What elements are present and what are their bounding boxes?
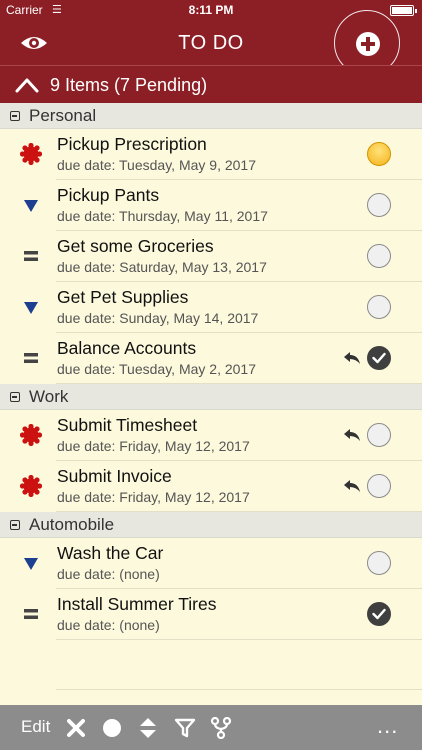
checkmark-icon[interactable] xyxy=(367,346,391,370)
undo-icon[interactable] xyxy=(342,427,362,443)
item-title: Get some Groceries xyxy=(57,236,214,256)
item-due-date: due date: Sunday, May 14, 2017 xyxy=(57,310,259,326)
priority-normal-icon xyxy=(20,603,42,625)
list-item[interactable]: Get some Groceries due date: Saturday, Ma… xyxy=(0,231,422,282)
section-header[interactable]: Work xyxy=(0,384,422,410)
item-due-date: due date: (none) xyxy=(57,566,160,582)
section-label: Work xyxy=(29,387,69,406)
sort-icon[interactable] xyxy=(137,717,159,739)
items-summary-bar[interactable]: 9 Items (7 Pending) xyxy=(0,65,422,103)
status-circle-icon[interactable] xyxy=(367,423,391,447)
item-title: Submit Timesheet xyxy=(57,415,198,435)
items-summary-text: 9 Items (7 Pending) xyxy=(50,75,208,95)
priority-high-icon xyxy=(19,423,43,447)
item-due-date: due date: Tuesday, May 2, 2017 xyxy=(57,361,256,377)
item-title: Pickup Prescription xyxy=(57,134,207,154)
item-title: Wash the Car xyxy=(57,543,164,563)
priority-high-icon xyxy=(19,474,43,498)
plus-icon xyxy=(356,32,380,56)
section-label: Personal xyxy=(29,106,97,125)
section-header[interactable]: Automobile xyxy=(0,512,422,538)
item-title: Submit Invoice xyxy=(57,466,172,486)
list-item[interactable]: Submit Timesheet due date: Friday, May 12… xyxy=(0,410,422,461)
edit-button[interactable]: Edit xyxy=(21,717,50,737)
status-circle-icon[interactable] xyxy=(367,551,391,575)
item-title: Balance Accounts xyxy=(57,338,197,358)
list-item[interactable]: Pickup Pants due date: Thursday, May 11, … xyxy=(0,180,422,231)
item-due-date: due date: Tuesday, May 9, 2017 xyxy=(57,157,256,173)
nav-bar: TO DO xyxy=(0,10,422,76)
priority-normal-icon xyxy=(20,245,42,267)
item-title: Get Pet Supplies xyxy=(57,287,189,307)
todo-list: Personal Pickup Prescription due date: Tue… xyxy=(0,103,422,640)
bottom-toolbar: Edit ... xyxy=(0,705,422,750)
filter-icon[interactable] xyxy=(174,717,196,739)
collapse-icon[interactable] xyxy=(10,392,20,402)
item-due-date: due date: (none) xyxy=(57,617,160,633)
divider xyxy=(56,639,422,640)
list-item[interactable]: Balance Accounts due date: Tuesday, May 2… xyxy=(0,333,422,384)
checkmark-icon[interactable] xyxy=(367,602,391,626)
delete-icon[interactable] xyxy=(65,717,87,739)
collapse-icon[interactable] xyxy=(10,520,20,530)
priority-low-icon xyxy=(20,296,42,318)
status-circle-icon[interactable] xyxy=(367,474,391,498)
more-button[interactable]: ... xyxy=(377,713,398,739)
list-item[interactable]: Submit Invoice due date: Friday, May 12, … xyxy=(0,461,422,512)
status-circle-icon[interactable] xyxy=(367,193,391,217)
item-title: Install Summer Tires xyxy=(57,594,217,614)
divider xyxy=(56,689,422,690)
chevron-up-icon xyxy=(15,78,39,93)
status-circle-icon[interactable] xyxy=(367,142,391,166)
collapse-icon[interactable] xyxy=(10,111,20,121)
status-circle-icon[interactable] xyxy=(367,244,391,268)
status-circle-icon[interactable] xyxy=(367,295,391,319)
item-title: Pickup Pants xyxy=(57,185,160,205)
priority-normal-icon xyxy=(20,347,42,369)
priority-high-icon xyxy=(19,142,43,166)
priority-low-icon xyxy=(20,194,42,216)
section-label: Automobile xyxy=(29,515,115,534)
priority-low-icon xyxy=(20,552,42,574)
item-due-date: due date: Thursday, May 11, 2017 xyxy=(57,208,268,224)
merge-icon[interactable] xyxy=(210,717,232,739)
undo-icon[interactable] xyxy=(342,350,362,366)
list-item[interactable]: Get Pet Supplies due date: Sunday, May 14… xyxy=(0,282,422,333)
list-item[interactable]: Install Summer Tires due date: (none) xyxy=(0,589,422,640)
item-due-date: due date: Friday, May 12, 2017 xyxy=(57,489,250,505)
list-item[interactable]: Wash the Car due date: (none) xyxy=(0,538,422,589)
item-due-date: due date: Saturday, May 13, 2017 xyxy=(57,259,267,275)
section-header[interactable]: Personal xyxy=(0,103,422,129)
item-due-date: due date: Friday, May 12, 2017 xyxy=(57,438,250,454)
undo-icon[interactable] xyxy=(342,478,362,494)
circle-icon[interactable] xyxy=(101,717,123,739)
battery-icon xyxy=(390,5,417,16)
list-item[interactable]: Pickup Prescription due date: Tuesday, Ma… xyxy=(0,129,422,180)
